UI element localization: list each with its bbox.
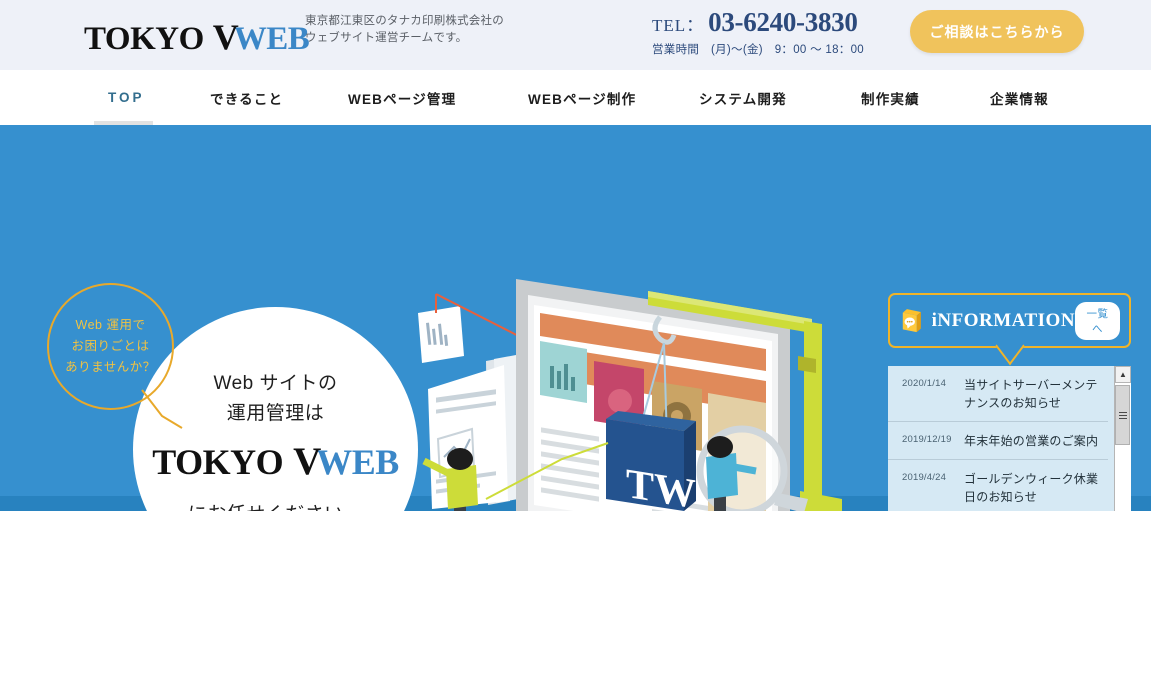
hero-banner: Web 運用で お困りごとは ありませんか？ Web サイトの 運用管理は TO… — [0, 125, 1151, 511]
news-list-box: 2020/1/14 当サイトサーバーメンテナンスのお知らせ 2019/12/19 年末… — [888, 366, 1131, 511]
main-navigation: TOP できること WEBページ管理 WEBページ制作 システム開発 制作実績 企業情報 — [0, 70, 1151, 127]
information-title: iNFORMATION — [931, 309, 1076, 331]
nav-item-2[interactable]: WEBページ管理 — [348, 88, 456, 108]
header-tagline-line1: 東京都江東区のタナカ印刷株式会社の — [305, 15, 504, 27]
news-item[interactable]: 2019/12/19 年末年始の営業のご案内 — [888, 422, 1108, 460]
site-header: TOKYO V WEB 東京都江東区のタナカ印刷株式会社の ウェブサイト運営チー… — [0, 0, 1151, 70]
news-item[interactable]: 2020/1/14 当サイトサーバーメンテナンスのお知らせ — [888, 366, 1108, 422]
hero-logo-web: WEB — [316, 442, 399, 482]
header-contact-block: TEL： 03-6240-3830 営業時間 (月)〜(金) 9：00 〜 18… — [652, 7, 864, 57]
scrollbar-thumb[interactable] — [1115, 385, 1130, 445]
bubble-line-1: Web 運用で — [75, 318, 146, 332]
business-hours: 営業時間 (月)〜(金) 9：00 〜 18：00 — [652, 44, 864, 56]
information-panel: iNFORMATION 一覧へ 2020/1/14 当サイトサーバーメンテナンスの… — [888, 293, 1131, 511]
tel-label: TEL： — [652, 16, 705, 35]
information-view-all-button[interactable]: 一覧へ — [1075, 301, 1120, 340]
nav-item-5[interactable]: 制作実績 — [861, 88, 920, 108]
header-tagline: 東京都江東区のタナカ印刷株式会社の ウェブサイト運営チームです。 — [305, 13, 504, 47]
nav-item-1[interactable]: できること — [210, 88, 283, 108]
hero-logo-v: V — [293, 440, 321, 483]
nav-item-3[interactable]: WEBページ制作 — [528, 88, 636, 108]
hero-circle-line2: 運用管理は — [226, 403, 325, 424]
hero-circle-line1: Web サイトの — [213, 373, 338, 394]
news-item-date: 2019/12/19 — [902, 434, 952, 445]
news-item-title: ゴールデンウィーク休業日のお知らせ — [964, 472, 1099, 504]
tel-number[interactable]: 03-6240-3830 — [708, 7, 858, 38]
site-logo[interactable]: TOKYO V WEB — [84, 16, 310, 58]
information-header: iNFORMATION 一覧へ — [888, 293, 1131, 348]
news-scrollbar[interactable]: ▲ ▼ — [1114, 366, 1131, 511]
benefits-section: TOKYO WEB 東京Webにホームページ運用管理をお任せいただく利点 — [0, 511, 1151, 678]
nav-item-6[interactable]: 企業情報 — [990, 88, 1049, 108]
logo-text-web: WEB — [233, 21, 310, 57]
consultation-cta-button[interactable]: ご相談はこちらから — [910, 10, 1084, 53]
news-item-date: 2020/1/14 — [902, 378, 947, 389]
news-item-date: 2019/4/24 — [902, 472, 947, 483]
bubble-line-3: ありませんか？ — [65, 360, 156, 374]
news-list: 2020/1/14 当サイトサーバーメンテナンスのお知らせ 2019/12/19 年末… — [888, 366, 1114, 511]
nav-item-0[interactable]: TOP — [94, 90, 152, 127]
hero-circle-line3: にお任せください。 — [188, 500, 364, 511]
news-item-title: 年末年始の営業のご案内 — [964, 434, 1099, 448]
nav-item-4[interactable]: システム開発 — [699, 88, 787, 108]
scroll-up-arrow-icon[interactable]: ▲ — [1115, 366, 1131, 383]
logo-text-v: V — [212, 17, 239, 57]
news-item[interactable]: 2019/4/24 ゴールデンウィーク休業日のお知らせ — [888, 460, 1108, 511]
header-tagline-line2: ウェブサイト運営チームです。 — [305, 32, 468, 44]
speech-bubble-tail-icon — [141, 389, 183, 429]
logo-text-tokyo: TOKYO — [84, 21, 204, 57]
scrollbar-track[interactable] — [1115, 383, 1131, 511]
news-item-title: 当サイトサーバーメンテナンスのお知らせ — [964, 378, 1098, 410]
web-management-illustration: TW — [418, 279, 842, 511]
bubble-line-2: お困りごとは — [71, 339, 150, 353]
scrollbar-grip-icon — [1118, 410, 1127, 421]
speech-book-icon — [902, 308, 921, 332]
